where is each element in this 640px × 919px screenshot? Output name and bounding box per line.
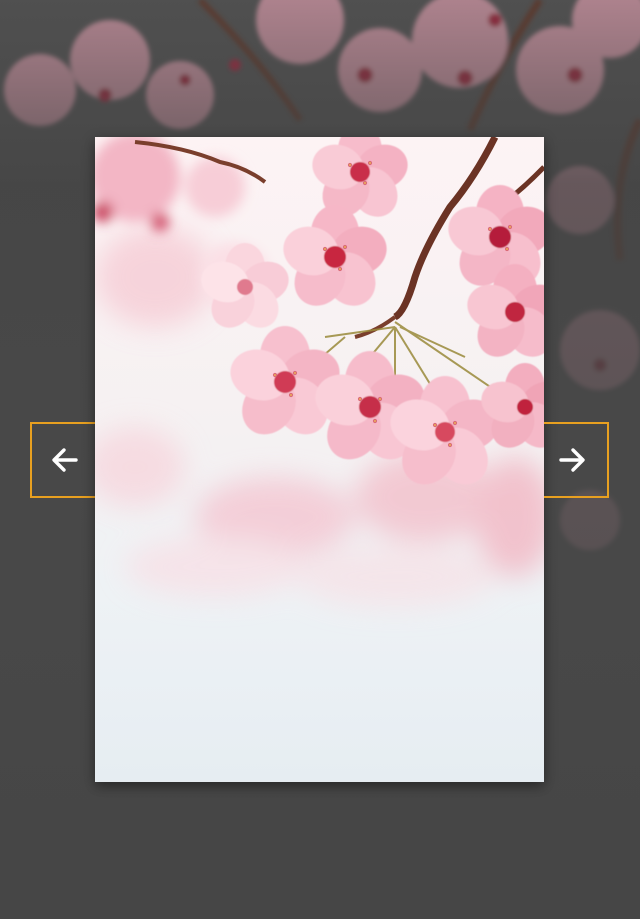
cherry-blossom-photo	[95, 137, 544, 782]
lightbox-image	[95, 137, 544, 782]
arrow-left-icon	[52, 448, 78, 472]
arrow-right-icon	[559, 448, 585, 472]
next-image-button[interactable]	[544, 422, 609, 498]
prev-image-button[interactable]	[30, 422, 96, 498]
